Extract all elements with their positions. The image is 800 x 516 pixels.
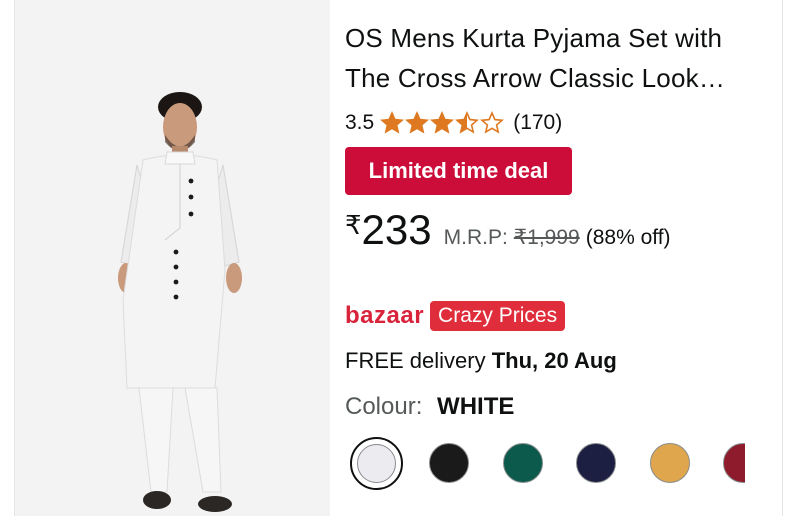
rating-count[interactable]: (170) — [513, 111, 562, 135]
colour-value: WHITE — [437, 393, 515, 420]
swatch-navy[interactable] — [576, 443, 616, 483]
colour-swatches — [350, 437, 745, 493]
delivery-prefix: FREE delivery — [345, 348, 492, 373]
colour-selection-label: Colour: WHITE — [345, 393, 514, 421]
swatch-teal[interactable] — [502, 443, 543, 483]
swatch-white[interactable] — [350, 437, 403, 490]
price-row: ₹ 233 M.R.P: ₹1,999 (88% off) — [345, 206, 671, 256]
kurta-model-illustration — [118, 92, 242, 512]
star-rating — [380, 111, 505, 135]
swatch-maroon[interactable] — [723, 443, 745, 483]
rating-value: 3.5 — [345, 111, 375, 134]
mrp-label: M.R.P: — [443, 226, 508, 249]
star-icon — [380, 111, 405, 134]
star-icon — [480, 111, 505, 134]
currency-symbol: ₹ — [345, 210, 362, 240]
crazy-prices-badge: Crazy Prices — [430, 301, 566, 331]
swatch-black[interactable] — [429, 443, 469, 483]
mrp-value: ₹1,999 — [513, 226, 580, 249]
card-right-border — [782, 0, 783, 516]
swatch-mustard[interactable] — [649, 443, 690, 483]
star-icon — [430, 111, 455, 134]
delivery-date: Thu, 20 Aug — [491, 348, 617, 373]
product-title[interactable]: OS Mens Kurta Pyjama Set with The Cross … — [345, 18, 775, 98]
star-icon — [405, 111, 430, 134]
product-image[interactable] — [15, 0, 330, 516]
colour-label: Colour: — [345, 393, 423, 420]
discount-percent: (88% off) — [585, 226, 671, 249]
star-icon — [455, 111, 480, 134]
title-line-1: OS Mens Kurta Pyjama Set with — [345, 23, 723, 53]
product-card: OS Mens Kurta Pyjama Set with The Cross … — [0, 0, 800, 516]
delivery-info: FREE delivery Thu, 20 Aug — [345, 348, 617, 374]
limited-deal-badge: Limited time deal — [345, 147, 572, 195]
price-value: 233 — [361, 206, 432, 253]
bazaar-promo: bazaar Crazy Prices — [345, 300, 566, 332]
title-line-2: The Cross Arrow Classic Look… — [345, 63, 726, 93]
bazaar-logo: bazaar — [345, 302, 425, 329]
swatch-white-fill — [357, 444, 396, 483]
rating-row[interactable]: 3.5 (170) — [345, 108, 562, 138]
